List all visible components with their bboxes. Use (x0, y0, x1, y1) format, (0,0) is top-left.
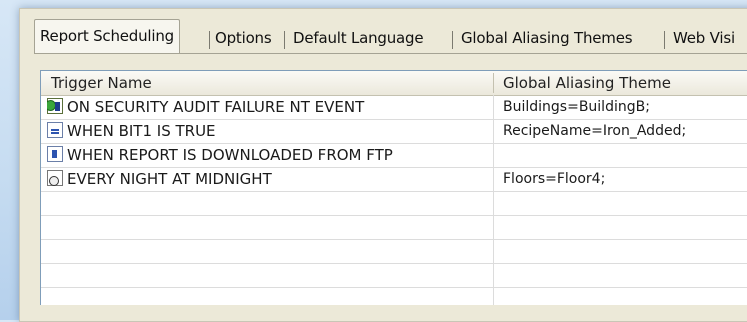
tab-separator (452, 31, 453, 49)
aliasing-theme-cell: Buildings=BuildingB; (503, 99, 650, 115)
bit-trigger-icon (47, 122, 63, 138)
tab-global-aliasing-themes[interactable]: Global Aliasing Themes (456, 23, 637, 53)
trigger-name-text: ON SECURITY AUDIT FAILURE NT EVENT (67, 98, 365, 116)
trigger-name-cell: WHEN REPORT IS DOWNLOADED FROM FTP (47, 144, 487, 167)
tab-web-visi[interactable]: Web Visi (668, 23, 740, 53)
table-row-empty[interactable] (41, 264, 747, 288)
trigger-name-text: WHEN REPORT IS DOWNLOADED FROM FTP (67, 146, 393, 164)
column-header-global-aliasing-theme[interactable]: Global Aliasing Theme (493, 71, 747, 95)
trigger-name-cell: WHEN BIT1 IS TRUE (47, 120, 487, 143)
security-audit-icon (47, 98, 63, 114)
tab-separator (284, 31, 285, 49)
table-row-empty[interactable] (41, 216, 747, 240)
report-settings-window: Report Scheduling Options Default Langua… (19, 8, 747, 322)
table-row-empty[interactable] (41, 240, 747, 264)
table-header: Trigger Name Global Aliasing Theme (41, 71, 747, 96)
tab-default-language[interactable]: Default Language (288, 23, 428, 53)
table-row[interactable]: WHEN REPORT IS DOWNLOADED FROM FTP (41, 144, 747, 168)
trigger-name-text: EVERY NIGHT AT MIDNIGHT (67, 170, 272, 188)
panel-footer (40, 305, 747, 315)
tab-options[interactable]: Options (210, 23, 276, 53)
table-row[interactable]: WHEN BIT1 IS TRUE RecipeName=Iron_Added; (41, 120, 747, 144)
aliasing-theme-cell: Floors=Floor4; (503, 171, 606, 187)
column-header-trigger-name[interactable]: Trigger Name (41, 71, 493, 95)
ftp-download-icon (47, 146, 63, 162)
tab-separator (664, 31, 665, 49)
tab-report-scheduling[interactable]: Report Scheduling (34, 19, 180, 54)
trigger-name-text: WHEN BIT1 IS TRUE (67, 122, 216, 140)
clock-schedule-icon (47, 170, 63, 186)
aliasing-theme-cell: RecipeName=Iron_Added; (503, 123, 687, 139)
trigger-name-cell: EVERY NIGHT AT MIDNIGHT (47, 168, 487, 191)
tab-strip: Report Scheduling Options Default Langua… (20, 9, 747, 67)
table-row-empty[interactable] (41, 192, 747, 216)
trigger-table[interactable]: Trigger Name Global Aliasing Theme ON SE… (40, 70, 747, 307)
table-row[interactable]: ON SECURITY AUDIT FAILURE NT EVENT Build… (41, 96, 747, 120)
trigger-name-cell: ON SECURITY AUDIT FAILURE NT EVENT (47, 96, 487, 119)
table-row[interactable]: EVERY NIGHT AT MIDNIGHT Floors=Floor4; (41, 168, 747, 192)
tab-panel-border (34, 53, 747, 54)
aliasing-theme-cell (503, 144, 747, 167)
